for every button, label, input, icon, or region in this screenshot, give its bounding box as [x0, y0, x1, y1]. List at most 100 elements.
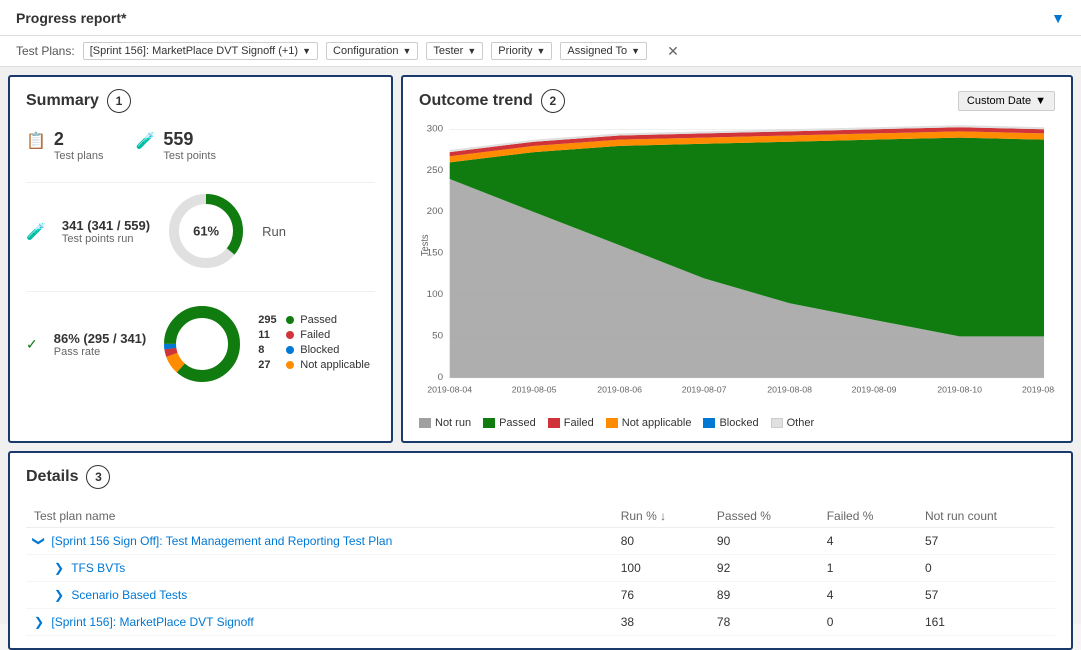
details-title: Details: [26, 468, 78, 486]
row-2-failed: 4: [819, 582, 917, 609]
pass-rate-donut: [162, 304, 242, 384]
run-label: 341 (341 / 559) Test points run: [62, 218, 150, 245]
row-3-name: ❯ [Sprint 156]: MarketPlace DVT Signoff: [26, 609, 613, 636]
legend-passed-trend: Passed: [483, 417, 536, 429]
failed-dot: [286, 331, 294, 339]
legend-other-trend: Other: [771, 417, 815, 429]
summary-title: Summary: [26, 92, 99, 110]
svg-text:2019-08-09: 2019-08-09: [852, 385, 897, 395]
row-1-passed: 92: [709, 555, 819, 582]
trend-title-group: Outcome trend 2: [419, 89, 565, 113]
other-swatch: [771, 418, 783, 428]
chevron-down-icon: ▼: [402, 46, 411, 56]
svg-text:50: 50: [432, 331, 443, 342]
chevron-down-icon: ▼: [467, 46, 476, 56]
row-0-name: ❯ [Sprint 156 Sign Off]: Test Management…: [26, 528, 613, 555]
trend-header: Outcome trend 2 Custom Date ▼: [419, 89, 1055, 113]
svg-text:300: 300: [427, 124, 443, 135]
svg-text:Tests: Tests: [420, 234, 431, 256]
test-points-count: 559: [163, 129, 216, 150]
blocked-swatch: [703, 418, 715, 428]
not-run-swatch: [419, 418, 431, 428]
summary-top-metrics: 📋 2 Test plans 🧪 559 Test points: [26, 129, 375, 162]
row-0-run: 80: [613, 528, 709, 555]
expand-icon[interactable]: ❯: [32, 536, 46, 546]
table-header-row: Test plan name Run % ↓ Passed % Failed %…: [26, 505, 1055, 528]
run-text: Run: [262, 224, 286, 239]
legend-not-applicable: 27 Not applicable: [258, 359, 370, 371]
table-row: ❯ [Sprint 156]: MarketPlace DVT Signoff …: [26, 609, 1055, 636]
row-3-not-run: 161: [917, 609, 1055, 636]
expand-icon[interactable]: ❯: [54, 588, 64, 602]
test-points-icon: 🧪: [135, 131, 155, 151]
filter-tester[interactable]: Tester ▼: [426, 42, 483, 60]
chevron-down-icon: ▼: [631, 46, 640, 56]
run-icon: 🧪: [26, 222, 46, 242]
outcome-trend-chart: 300 250 200 150 100 50 0 Test: [419, 121, 1055, 411]
custom-date-button[interactable]: Custom Date ▼: [958, 91, 1055, 111]
details-panel: Details 3 Test plan name Run % ↓ Passed …: [8, 451, 1073, 650]
legend-blocked: 8 Blocked: [258, 344, 370, 356]
svg-text:2019-08-08: 2019-08-08: [767, 385, 812, 395]
filter-bar-label: Test Plans:: [16, 44, 75, 58]
filter-priority[interactable]: Priority ▼: [491, 42, 552, 60]
summary-number: 1: [107, 89, 131, 113]
table-row: ❯ Scenario Based Tests 76 89 4 57: [26, 582, 1055, 609]
pass-rate-block: 86% (295 / 341) Pass rate: [54, 331, 147, 358]
col-failed-pct: Failed %: [819, 505, 917, 528]
details-number: 3: [86, 465, 110, 489]
row-1-failed: 1: [819, 555, 917, 582]
filter-icon[interactable]: ▼: [1051, 10, 1065, 26]
passed-dot: [286, 316, 294, 324]
test-plans-metric: 📋 2 Test plans: [26, 129, 103, 162]
expand-icon[interactable]: ❯: [54, 561, 64, 575]
test-plans-count: 2: [54, 129, 104, 150]
row-2-name: ❯ Scenario Based Tests: [26, 582, 613, 609]
legend-passed: 295 Passed: [258, 314, 370, 326]
main-content: Summary 1 📋 2 Test plans 🧪 559 Test poin…: [0, 67, 1081, 624]
summary-pass-section: ✓ 86% (295 / 341) Pass rate: [26, 291, 375, 384]
row-0-failed: 4: [819, 528, 917, 555]
row-3-failed: 0: [819, 609, 917, 636]
details-header: Details 3: [26, 465, 1055, 489]
row-2-not-run: 57: [917, 582, 1055, 609]
filter-configuration[interactable]: Configuration ▼: [326, 42, 418, 60]
expand-icon[interactable]: ❯: [34, 615, 44, 629]
top-row: Summary 1 📋 2 Test plans 🧪 559 Test poin…: [8, 75, 1073, 443]
run-donut-chart: 61%: [166, 191, 246, 271]
details-table: Test plan name Run % ↓ Passed % Failed %…: [26, 505, 1055, 636]
pass-rate-value: 86% (295 / 341): [54, 331, 147, 346]
blocked-dot: [286, 346, 294, 354]
svg-text:2019-08-04: 2019-08-04: [427, 385, 472, 395]
table-row: ❯ [Sprint 156 Sign Off]: Test Management…: [26, 528, 1055, 555]
chevron-down-icon: ▼: [537, 46, 546, 56]
pass-legend: 295 Passed 11 Failed 8 Blocked: [258, 314, 370, 374]
svg-text:2019-08-05: 2019-08-05: [512, 385, 557, 395]
run-percent-label: 61%: [193, 224, 219, 239]
run-value: 341 (341 / 559): [62, 218, 150, 233]
filter-test-plans[interactable]: [Sprint 156]: MarketPlace DVT Signoff (+…: [83, 42, 318, 60]
legend-not-run: Not run: [419, 417, 471, 429]
svg-text:250: 250: [427, 165, 443, 176]
row-2-passed: 89: [709, 582, 819, 609]
filter-close-button[interactable]: ✕: [667, 43, 679, 60]
row-3-passed: 78: [709, 609, 819, 636]
test-plans-icon: 📋: [26, 131, 46, 151]
trend-number: 2: [541, 89, 565, 113]
col-test-plan-name: Test plan name: [26, 505, 613, 528]
legend-blocked-trend: Blocked: [703, 417, 758, 429]
table-row: ❯ TFS BVTs 100 92 1 0: [26, 555, 1055, 582]
col-passed-pct: Passed %: [709, 505, 819, 528]
not-applicable-dot: [286, 361, 294, 369]
row-3-run: 38: [613, 609, 709, 636]
filter-assigned-to[interactable]: Assigned To ▼: [560, 42, 647, 60]
svg-text:200: 200: [427, 206, 443, 217]
svg-text:2019-08-11: 2019-08-11: [1022, 385, 1055, 395]
run-label-text: Test points run: [62, 233, 150, 245]
row-2-run: 76: [613, 582, 709, 609]
chart-legend: Not run Passed Failed Not applicable Blo…: [419, 417, 1055, 429]
outcome-trend-panel: Outcome trend 2 Custom Date ▼ 300 250 20…: [401, 75, 1073, 443]
summary-run-section: 🧪 341 (341 / 559) Test points run 61% Ru…: [26, 182, 375, 271]
not-applicable-swatch: [606, 418, 618, 428]
legend-failed-trend: Failed: [548, 417, 594, 429]
